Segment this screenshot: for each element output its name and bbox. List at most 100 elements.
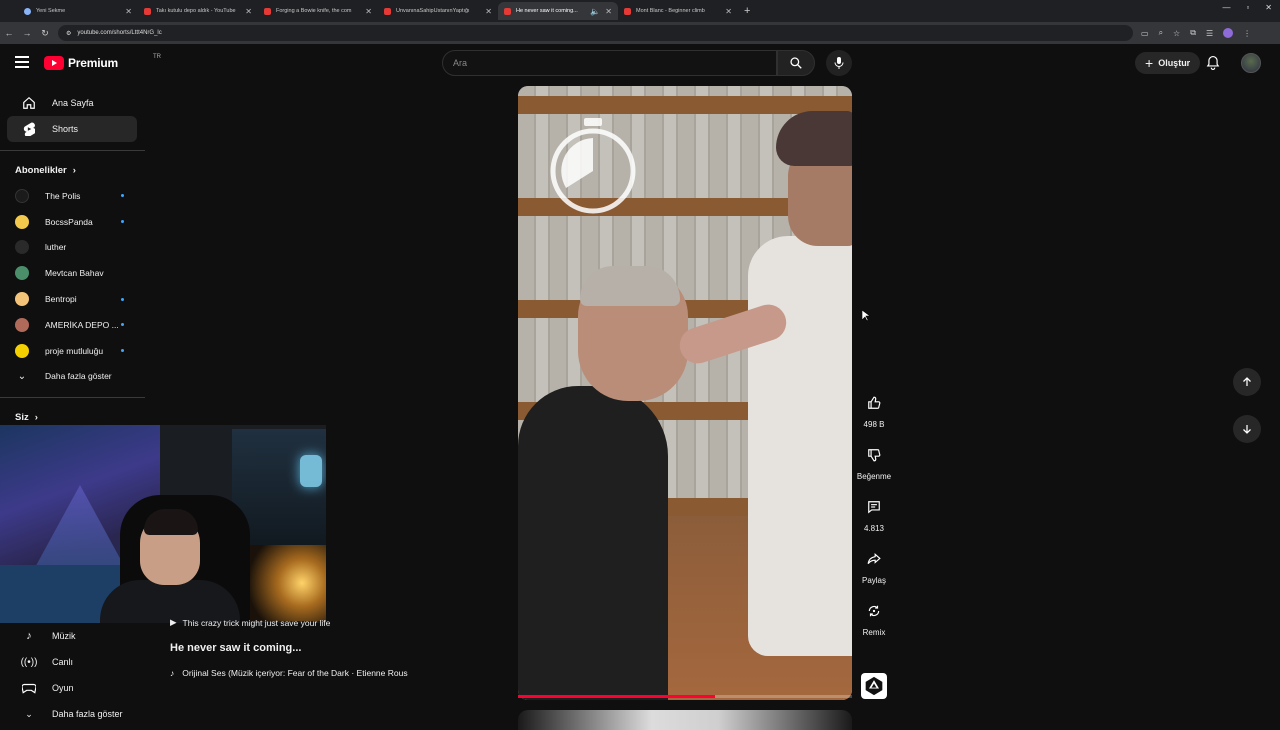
bookmark-star-icon[interactable]: ☆ xyxy=(1173,29,1180,38)
restore-icon[interactable]: ▫ xyxy=(1246,3,1249,12)
like-action[interactable]: 498 B xyxy=(855,390,893,429)
subscription-item[interactable]: AMERİKA DEPO ... xyxy=(0,312,145,338)
webcam-overlay xyxy=(0,425,326,623)
audio-source-thumbnail[interactable] xyxy=(861,673,887,699)
chevron-down-icon: ⌄ xyxy=(25,708,33,719)
sidebar-divider xyxy=(0,150,145,151)
arrow-up-icon xyxy=(1243,377,1251,386)
comments-action[interactable]: 4.813 xyxy=(855,494,893,533)
browser-tab[interactable]: ÜnvanınaSahipUstanınYaptığı ✕ xyxy=(378,2,498,20)
newtab-icon xyxy=(24,7,31,15)
browser-tab-active[interactable]: He never saw it coming... 🔈 ✕ xyxy=(498,2,618,20)
reading-list-icon[interactable]: ☰ xyxy=(1206,29,1213,38)
subscription-item[interactable]: The Polis xyxy=(0,183,145,209)
zoom-icon[interactable]: ⌕ xyxy=(1159,28,1163,38)
browser-tab[interactable]: Takı kutulu depo aldık - YouTube ✕ xyxy=(138,2,258,20)
forward-icon[interactable]: → xyxy=(18,28,36,38)
comments-button[interactable] xyxy=(861,494,887,520)
webcam-light xyxy=(300,455,322,487)
mouse-cursor-icon xyxy=(862,310,870,322)
close-tab-icon[interactable]: ✕ xyxy=(485,7,492,16)
browser-tab[interactable]: Yeni Sekme ✕ xyxy=(18,2,138,20)
search-icon xyxy=(790,57,802,69)
browser-menu-icon[interactable]: ⋮ xyxy=(1243,29,1251,38)
like-button[interactable] xyxy=(861,390,887,416)
short-subtitle-row[interactable]: ▶ This crazy trick might just save your … xyxy=(170,617,470,628)
site-info-icon[interactable]: ⚙ xyxy=(66,30,71,37)
youtube-favicon-icon xyxy=(504,7,511,15)
subscription-item[interactable]: BocssPanda xyxy=(0,209,145,235)
short-title[interactable]: He never saw it coming... xyxy=(170,642,470,654)
hamburger-menu-icon[interactable] xyxy=(15,56,29,71)
new-content-dot xyxy=(121,194,124,198)
voice-search-button[interactable] xyxy=(826,50,852,76)
short-video-player[interactable] xyxy=(518,86,852,700)
youtube-favicon-icon xyxy=(384,7,391,15)
new-content-dot xyxy=(121,297,124,301)
video-person-right-shirt xyxy=(748,236,852,656)
remix-action[interactable]: Remix xyxy=(855,598,893,637)
browser-tab[interactable]: Mont Blanc - Beginner climb ✕ xyxy=(618,2,738,20)
previous-short-button[interactable] xyxy=(1233,368,1261,396)
subscription-item[interactable]: Mevtcan Bahav xyxy=(0,260,145,286)
home-icon xyxy=(22,96,36,110)
subscription-item[interactable]: Bentropi xyxy=(0,286,145,312)
thumbs-up-icon xyxy=(868,396,881,409)
new-content-dot xyxy=(121,323,124,327)
short-music-row[interactable]: ♪ Orijinal Ses (Müzik içeriyor: Fear of … xyxy=(170,668,450,678)
show-more-subscriptions[interactable]: ⌄ Daha fazla göster xyxy=(0,364,145,390)
sidebar-item-music[interactable]: ♪ Müzik xyxy=(7,623,137,649)
extensions-icon[interactable]: ⧉ xyxy=(1190,28,1196,38)
sidebar-show-more[interactable]: ⌄ Daha fazla göster xyxy=(7,701,137,727)
subscription-item[interactable]: proje mutluluğu xyxy=(0,338,145,364)
audio-logo-icon xyxy=(865,676,883,696)
share-button[interactable] xyxy=(861,546,887,572)
close-window-icon[interactable]: ✕ xyxy=(1265,3,1272,12)
thumbs-down-icon xyxy=(868,449,881,462)
sidebar-explore: ♪ Müzik ((•)) Canlı Oyun ⌄ Daha fazla gö… xyxy=(0,623,145,727)
minimize-icon[interactable]: — xyxy=(1222,3,1230,12)
cast-icon[interactable]: ▭ xyxy=(1141,29,1149,38)
browser-profile-avatar[interactable] xyxy=(1223,28,1234,38)
subscriptions-header[interactable]: Abonelikler › xyxy=(0,157,145,183)
close-tab-icon[interactable]: ✕ xyxy=(605,7,612,16)
live-icon: ((•)) xyxy=(20,656,38,668)
remix-button[interactable] xyxy=(861,598,887,624)
sidebar-item-home[interactable]: Ana Sayfa xyxy=(7,90,137,116)
subscription-item[interactable]: luther xyxy=(0,235,145,261)
speaker-icon[interactable]: 🔈 xyxy=(590,7,600,16)
browser-tab[interactable]: Forging a Bowie knife, the com ✕ xyxy=(258,2,378,20)
dislike-action[interactable]: Beğenme xyxy=(855,442,893,481)
close-tab-icon[interactable]: ✕ xyxy=(365,7,372,16)
reload-icon[interactable]: ↻ xyxy=(36,28,54,39)
close-tab-icon[interactable]: ✕ xyxy=(125,7,132,16)
next-short-preview[interactable] xyxy=(518,710,852,730)
new-content-dot xyxy=(121,220,124,224)
close-tab-icon[interactable]: ✕ xyxy=(245,7,252,16)
close-tab-icon[interactable]: ✕ xyxy=(725,7,732,16)
url-text: youtube.com/shorts/Lttt4NrG_lc xyxy=(77,30,162,36)
youtube-premium-logo[interactable]: Premium TR xyxy=(44,54,161,70)
notifications-bell-icon[interactable] xyxy=(1206,55,1220,76)
new-tab-icon[interactable]: + xyxy=(744,5,750,17)
url-field[interactable]: ⚙ youtube.com/shorts/Lttt4NrG_lc xyxy=(58,25,1133,41)
video-progress-fill xyxy=(518,695,716,698)
sidebar-item-gaming[interactable]: Oyun xyxy=(7,675,137,701)
dislike-button[interactable] xyxy=(861,442,887,468)
next-short-button[interactable] xyxy=(1233,415,1261,443)
video-progress-bar[interactable] xyxy=(518,695,852,698)
sidebar-item-live[interactable]: ((•)) Canlı xyxy=(7,649,137,675)
channel-avatar xyxy=(15,188,29,203)
music-icon: ♪ xyxy=(26,630,32,642)
video-person-right-cap xyxy=(776,111,852,166)
create-button[interactable]: + Oluştur xyxy=(1135,52,1201,74)
back-icon[interactable]: ← xyxy=(0,28,18,38)
search-button[interactable] xyxy=(777,50,815,76)
plus-icon: + xyxy=(1145,55,1154,71)
music-note-icon: ♪ xyxy=(170,668,175,678)
sidebar-item-shorts[interactable]: Shorts xyxy=(7,116,137,142)
search-input[interactable]: Ara xyxy=(442,50,777,76)
channel-avatar xyxy=(15,343,29,358)
share-action[interactable]: Paylaş xyxy=(855,546,893,585)
account-avatar[interactable] xyxy=(1241,53,1261,73)
